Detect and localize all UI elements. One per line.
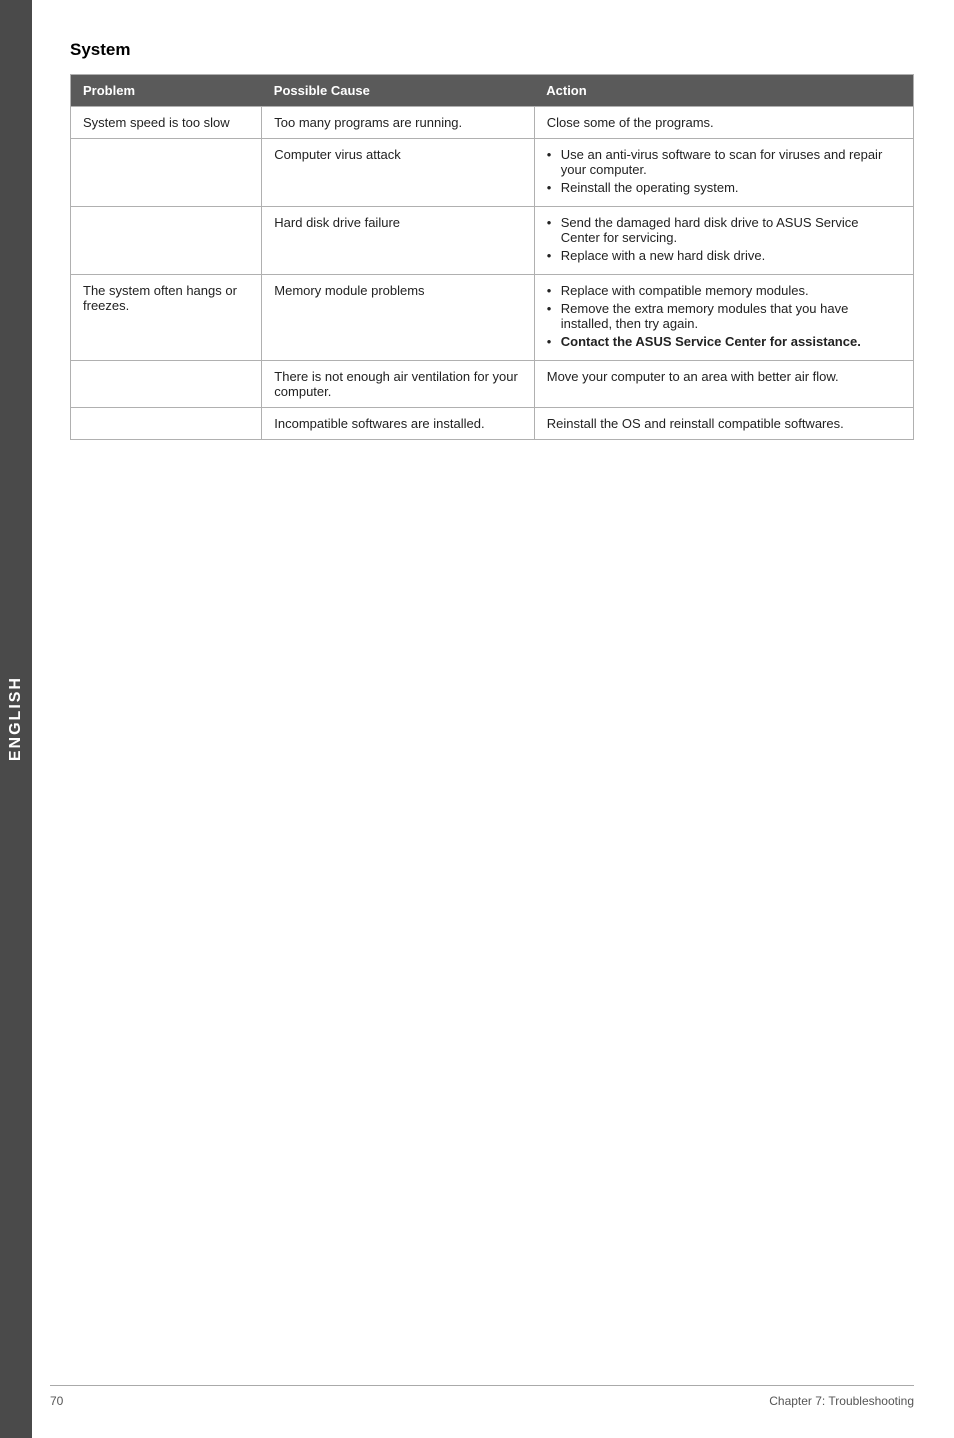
main-content: System Problem Possible Cause Action Sys… [50, 0, 954, 480]
page-number: 70 [50, 1394, 63, 1408]
table-row: Incompatible softwares are installed.Rei… [71, 408, 914, 440]
cell-problem [71, 408, 262, 440]
table-row: The system often hangs or freezes.Memory… [71, 275, 914, 361]
action-list-item: Send the damaged hard disk drive to ASUS… [547, 215, 901, 245]
cell-cause: There is not enough air ventilation for … [262, 361, 534, 408]
cell-action: Close some of the programs. [534, 107, 913, 139]
table-row: System speed is too slowToo many program… [71, 107, 914, 139]
cell-problem [71, 361, 262, 408]
cell-cause: Hard disk drive failure [262, 207, 534, 275]
action-list-item: Contact the ASUS Service Center for assi… [547, 334, 901, 349]
cell-cause: Memory module problems [262, 275, 534, 361]
cell-cause: Computer virus attack [262, 139, 534, 207]
cell-action: Move your computer to an area with bette… [534, 361, 913, 408]
cell-action: Reinstall the OS and reinstall compatibl… [534, 408, 913, 440]
cell-problem: The system often hangs or freezes. [71, 275, 262, 361]
header-problem: Problem [71, 75, 262, 107]
table-header-row: Problem Possible Cause Action [71, 75, 914, 107]
cell-action: Replace with compatible memory modules. R… [534, 275, 913, 361]
chapter-label: Chapter 7: Troubleshooting [769, 1394, 914, 1408]
cell-action: Send the damaged hard disk drive to ASUS… [534, 207, 913, 275]
table-row: Hard disk drive failure Send the damaged … [71, 207, 914, 275]
action-list-item: Replace with a new hard disk drive. [547, 248, 901, 263]
cell-problem [71, 139, 262, 207]
action-list-item: Replace with compatible memory modules. [547, 283, 901, 298]
table-row: Computer virus attack Use an anti-virus s… [71, 139, 914, 207]
sidebar-label: ENGLISH [7, 676, 25, 761]
cell-cause: Incompatible softwares are installed. [262, 408, 534, 440]
footer: 70 Chapter 7: Troubleshooting [50, 1385, 914, 1408]
cell-action: Use an anti-virus software to scan for v… [534, 139, 913, 207]
cell-problem: System speed is too slow [71, 107, 262, 139]
troubleshooting-table: Problem Possible Cause Action System spe… [70, 74, 914, 440]
table-row: There is not enough air ventilation for … [71, 361, 914, 408]
section-title: System [70, 40, 914, 60]
action-list-item: Remove the extra memory modules that you… [547, 301, 901, 331]
header-action: Action [534, 75, 913, 107]
action-list-item: Reinstall the operating system. [547, 180, 901, 195]
cell-problem [71, 207, 262, 275]
cell-cause: Too many programs are running. [262, 107, 534, 139]
sidebar: ENGLISH [0, 0, 32, 1438]
action-list-item: Use an anti-virus software to scan for v… [547, 147, 901, 177]
header-possible-cause: Possible Cause [262, 75, 534, 107]
